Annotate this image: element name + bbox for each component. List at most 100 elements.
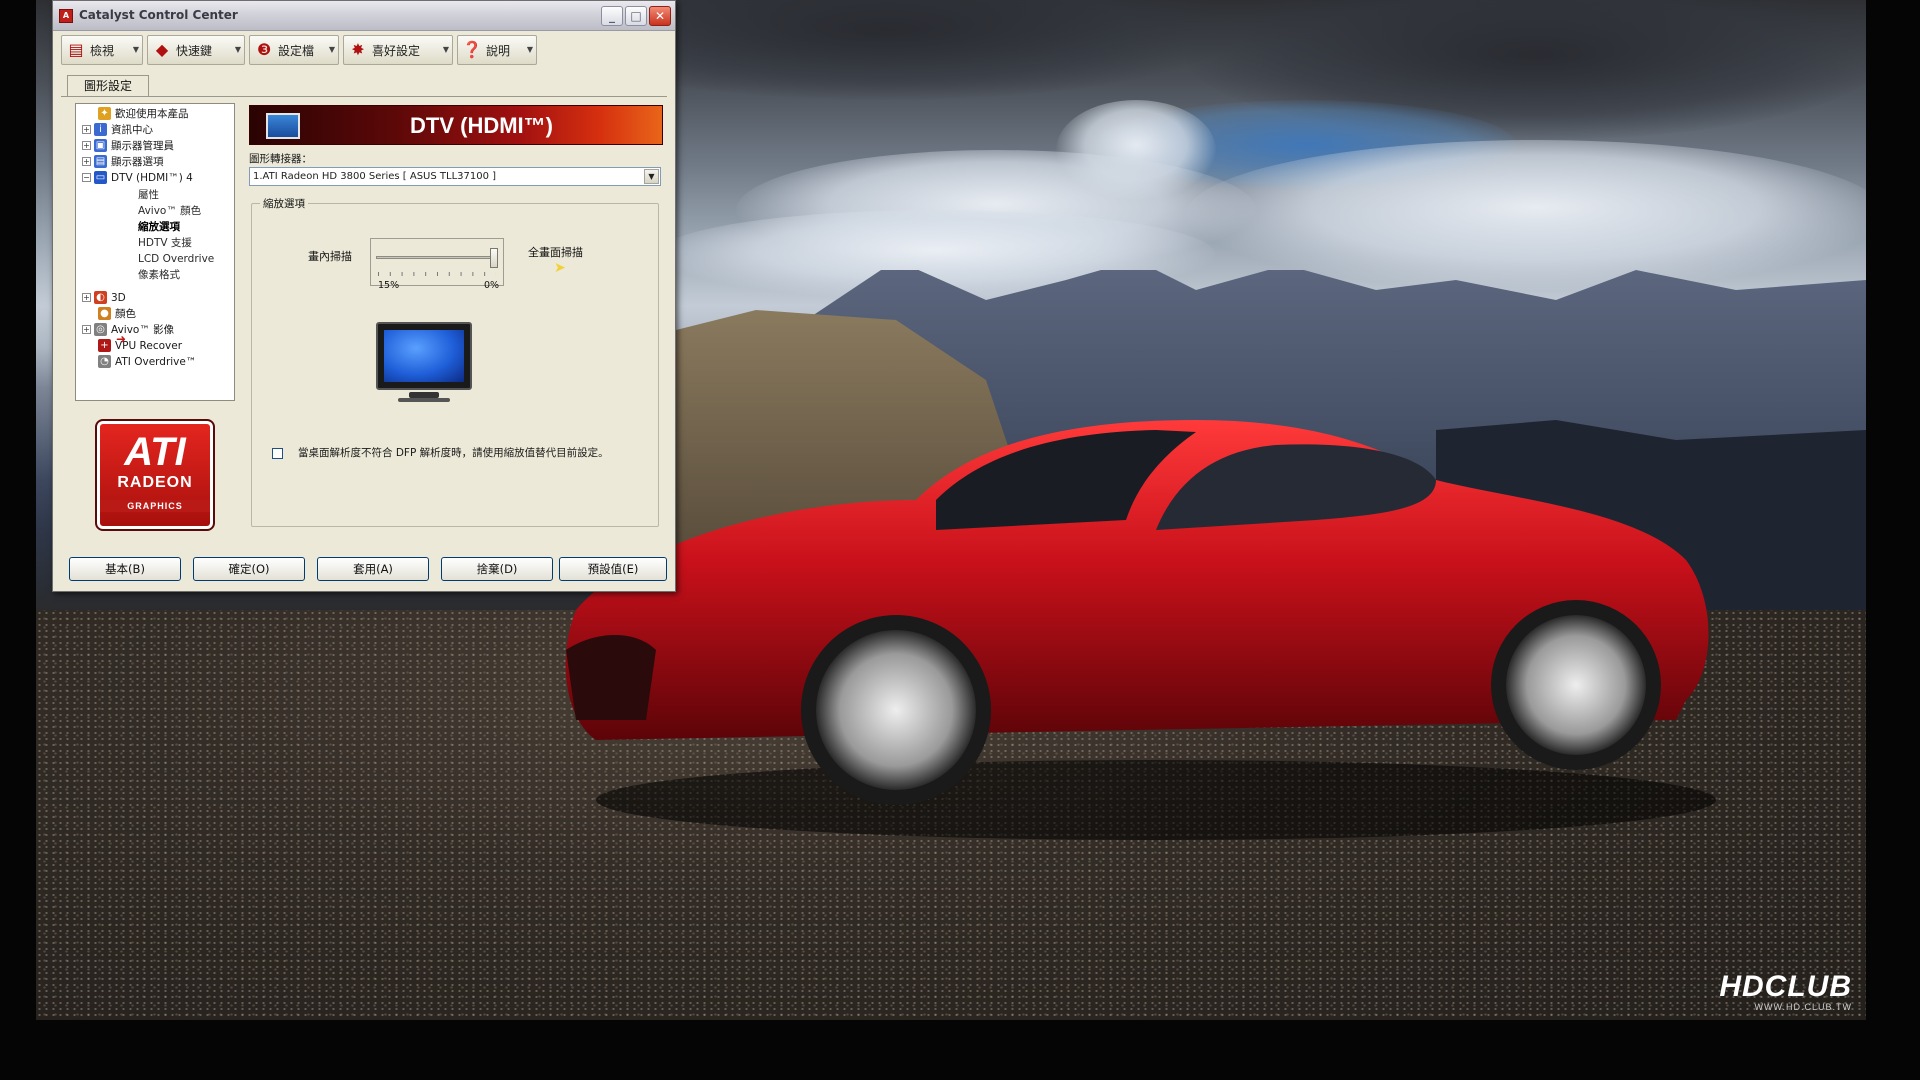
monitor-icon: ▭ (94, 171, 107, 184)
tree-item-avivo-color[interactable]: Avivo™ 顏色 (138, 203, 201, 218)
tree-item-dtv-hdmi[interactable]: − ▭ DTV (HDMI™) 4 (82, 170, 193, 185)
ati-app-icon: A (59, 9, 73, 23)
monitor-preview (376, 322, 472, 390)
maximize-button[interactable]: □ (625, 6, 647, 26)
collapse-icon[interactable]: − (82, 173, 91, 182)
chevron-down-icon: ▼ (132, 45, 139, 54)
slider-frame (370, 238, 504, 286)
tree-item-3d[interactable]: + ◐ 3D (82, 290, 126, 305)
chevron-down-icon: ▼ (442, 45, 449, 54)
tree-item-label: HDTV 支援 (138, 237, 192, 249)
hotkeys-menu-button[interactable]: ◆ 快速鍵 ▼ (147, 35, 245, 65)
ati-radeon-logo: ATI RADEON GRAPHICS (95, 419, 215, 531)
expand-icon[interactable]: + (82, 325, 91, 334)
minimize-button[interactable]: _ (601, 6, 623, 26)
ok-button[interactable]: 確定(O) (193, 557, 305, 581)
tree-item-label: 縮放選項 (138, 221, 180, 233)
red-sports-car (565, 420, 1716, 840)
video-icon: ◎ (94, 323, 107, 336)
tree-item-avivo-video[interactable]: + ◎ Avivo™ 影像 (82, 322, 174, 337)
slider-ticks (378, 272, 496, 276)
watermark: HDCLUB WWW.HD.CLUB.TW (1719, 970, 1852, 1013)
preferences-icon: ✸ (351, 40, 365, 59)
tree-item-label: 屬性 (138, 189, 159, 201)
slider-thumb[interactable] (490, 248, 498, 268)
tree-item-display-manager[interactable]: + ▣ 顯示器管理員 (82, 138, 174, 153)
tree-item-pixel-format[interactable]: 像素格式 (138, 267, 180, 282)
tree-item-ati-overdrive[interactable]: ◔ ATI Overdrive™ (98, 354, 196, 369)
logo-radeon-text: RADEON (117, 474, 193, 491)
apply-button[interactable]: 套用(A) (317, 557, 429, 581)
welcome-icon: ✦ (98, 107, 111, 120)
help-menu-label: 說明 (486, 43, 511, 58)
content-panel: DTV (HDMI™) 圖形轉接器： 1.ATI Radeon HD 3800 … (245, 101, 665, 541)
chevron-down-icon: ▼ (526, 45, 533, 54)
graphics-adapter-select[interactable]: 1.ATI Radeon HD 3800 Series [ ASUS TLL37… (249, 167, 661, 186)
tree-item-label: 資訊中心 (111, 124, 153, 136)
monitor-icon (266, 113, 300, 139)
use-scaling-checkbox-label[interactable]: 當桌面解析度不符合 DFP 解析度時，請使用縮放值替代目前設定。 (298, 446, 638, 460)
group-title: 縮放選項 (260, 196, 308, 211)
preferences-menu-label: 喜好設定 (372, 43, 421, 58)
monitor-preview-screen (384, 330, 464, 382)
tree-item-properties[interactable]: 屬性 (138, 187, 159, 202)
view-icon: ▤ (68, 40, 84, 59)
monitor-base (398, 398, 450, 402)
tree-item-display-options[interactable]: + ▤ 顯示器選項 (82, 154, 164, 169)
tree-item-label: ATI Overdrive™ (115, 355, 197, 368)
watermark-url: WWW.HD.CLUB.TW (1754, 1002, 1852, 1012)
toolbar: ▤ 檢視 ▼ ◆ 快速鍵 ▼ ❸ 設定檔 ▼ ✸ 喜好設定 ▼ ❓ 說明 ▼ (57, 33, 669, 67)
logo-ati-text: ATI (124, 430, 186, 474)
title-bar[interactable]: A Catalyst Control Center _ □ ✕ (53, 1, 675, 31)
chevron-down-icon: ▼ (234, 45, 241, 54)
expand-icon[interactable]: + (82, 141, 91, 150)
display-manager-icon: ▣ (94, 139, 107, 152)
discard-button[interactable]: 捨棄(D) (441, 557, 553, 581)
expand-icon[interactable]: + (82, 125, 91, 134)
logo-graphics-text: GRAPHICS (100, 500, 210, 512)
profiles-menu-button[interactable]: ❸ 設定檔 ▼ (249, 35, 339, 65)
watermark-logo: HDCLUB (1719, 970, 1852, 1003)
3d-icon: ◐ (94, 291, 107, 304)
hotkeys-menu-label: 快速鍵 (176, 43, 213, 58)
tree-item-color[interactable]: ● 顏色 (98, 306, 136, 321)
tab-divider (61, 96, 667, 97)
scaling-options-group: 縮放選項 畫內掃描 15% 0% 全畫面掃描 ➤ 當桌面解析度不符合 DFP 解… (251, 196, 659, 527)
slider-max-label: 0% (484, 280, 500, 291)
tree-item-vpu-recover[interactable]: + VPU Recover (98, 338, 182, 353)
color-icon: ● (98, 307, 111, 320)
expand-icon[interactable]: + (82, 293, 91, 302)
window-title: Catalyst Control Center (79, 8, 238, 22)
close-button[interactable]: ✕ (649, 6, 671, 26)
tree-item-label: 歡迎使用本產品 (115, 108, 189, 120)
button-row: 基本(B) 確定(O) 套用(A) 捨棄(D) 預設值(E) (61, 557, 671, 583)
help-menu-button[interactable]: ❓ 說明 ▼ (457, 35, 537, 65)
tree-item-welcome[interactable]: ✦ 歡迎使用本產品 (98, 106, 189, 121)
tree-item-information-center[interactable]: + i 資訊中心 (82, 122, 153, 137)
page-banner: DTV (HDMI™) (249, 105, 663, 145)
view-menu-button[interactable]: ▤ 檢視 ▼ (61, 35, 143, 65)
expand-icon[interactable]: + (82, 157, 91, 166)
defaults-button[interactable]: 預設值(E) (559, 557, 667, 581)
use-scaling-checkbox[interactable] (272, 448, 283, 459)
tree-item-label: 像素格式 (138, 269, 180, 281)
tree-item-label: 顯示器管理員 (111, 140, 174, 152)
hotkeys-icon: ◆ (155, 40, 169, 59)
scaling-slider[interactable] (376, 256, 498, 259)
selection-arrow-icon: ➜ (116, 332, 127, 346)
preferences-menu-button[interactable]: ✸ 喜好設定 ▼ (343, 35, 453, 65)
tab-graphics-settings[interactable]: 圖形設定 (67, 75, 149, 97)
catalyst-control-center-window: A Catalyst Control Center _ □ ✕ ▤ 檢視 ▼ ◆… (52, 0, 676, 592)
basic-button[interactable]: 基本(B) (69, 557, 181, 581)
cumulus-cloud (1186, 140, 1866, 290)
settings-tree: ✦ 歡迎使用本產品 + i 資訊中心 + ▣ 顯示器管理員 + ▤ 顯示器選項 … (75, 103, 235, 401)
profiles-icon: ❸ (256, 40, 272, 59)
tree-item-hdtv-support[interactable]: HDTV 支援 (138, 235, 192, 250)
display-options-icon: ▤ (94, 155, 107, 168)
tree-item-scaling-options[interactable]: 縮放選項 (138, 219, 180, 234)
mouse-cursor-icon: ➤ (554, 260, 566, 276)
overdrive-icon: ◔ (98, 355, 111, 368)
chevron-down-icon[interactable]: ▼ (644, 169, 659, 184)
chevron-down-icon: ▼ (328, 45, 335, 54)
tree-item-lcd-overdrive[interactable]: LCD Overdrive (138, 251, 214, 266)
